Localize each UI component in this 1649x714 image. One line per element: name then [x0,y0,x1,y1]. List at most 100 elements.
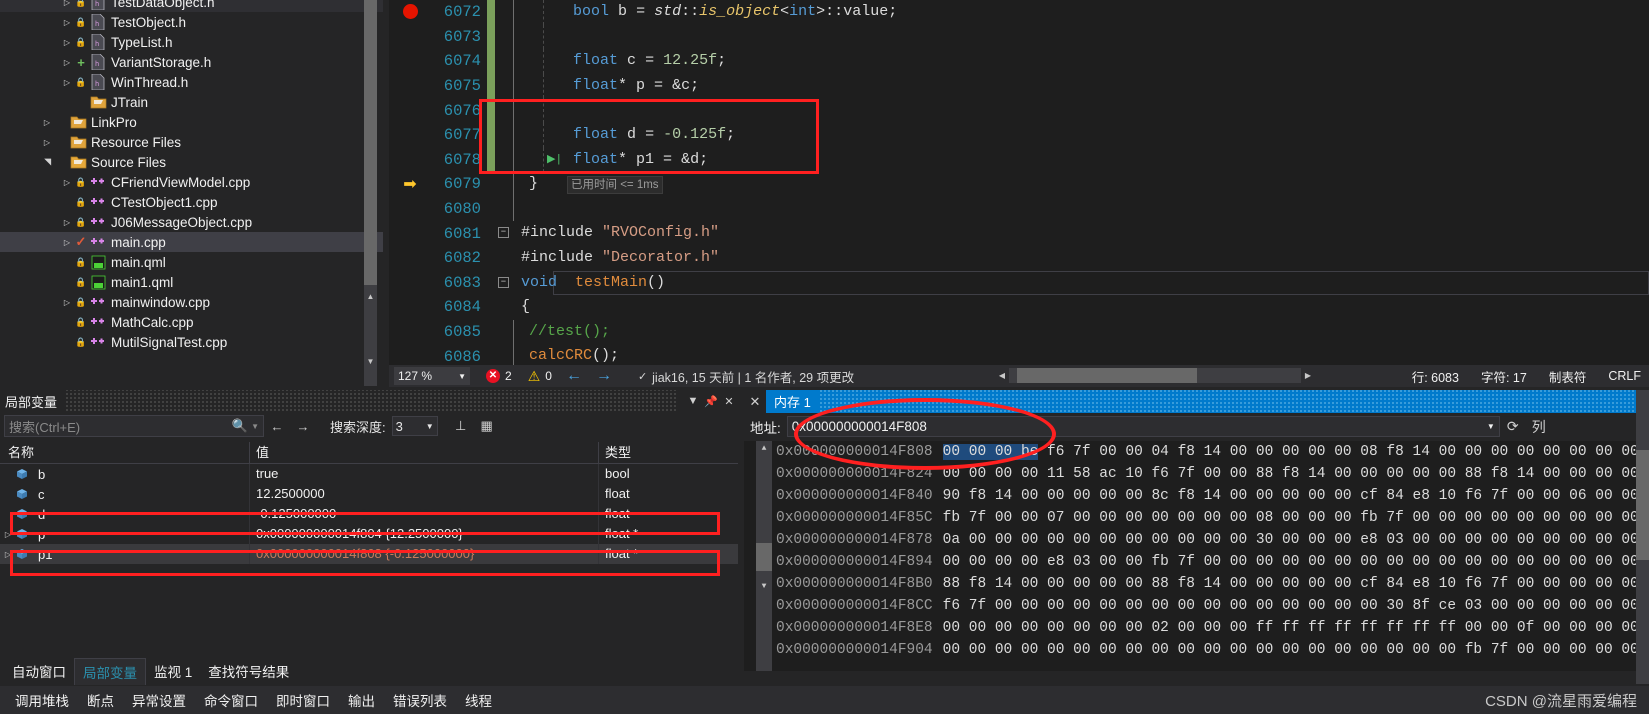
tree-item-cfriendviewmodel-cpp[interactable]: ▷ 🔒 CFriendViewModel.cpp [0,172,383,192]
tree-item-testdataobject-h[interactable]: ▷ 🔒 h TestDataObject.h [0,0,383,12]
column-header-type[interactable]: 类型 [599,442,719,464]
tree-item-mainwindow-cpp[interactable]: ▷ 🔒 mainwindow.cpp [0,292,383,312]
column-header-value[interactable]: 值 [250,441,599,464]
tree-item-source-files[interactable]: ◢ Source Files [0,152,383,172]
debug-tool-window-tabs[interactable]: 调用堆栈 断点 异常设置 命令窗口 即时窗口 输出 错误列表 线程 [0,686,1649,714]
tree-item-variantstorage-h[interactable]: ▷ + h VariantStorage.h [0,52,383,72]
error-count-indicator[interactable]: ✕ 2 [486,369,512,383]
chevron-right-icon[interactable]: ▷ [60,212,74,232]
tree-item-jtrain[interactable]: JTrain [0,92,383,112]
code-text[interactable]: calcCRC(); [495,344,1649,365]
memory-address-input[interactable]: 0x000000000014F808 ▼ [786,416,1500,437]
zoom-level-selector[interactable]: 127 % ▼ [394,367,470,385]
close-icon[interactable]: ✕ [720,395,738,408]
locals-value-cell[interactable]: -0.125000000 [250,504,599,524]
tree-item-main1-qml[interactable]: 🔒 main1.qml [0,272,383,292]
code-text[interactable]: } 已用时间 <= 1ms [495,172,1649,197]
solution-explorer-scrollbar[interactable]: ▲ ▼ [364,0,377,386]
debug-tab-3[interactable]: 查找符号结果 [200,658,297,684]
memory-row[interactable]: 0x000000000014F824 00 00 00 00 11 58 ac 1… [776,463,1649,485]
code-line-6082[interactable]: 6082 #include "Decorator.h" [389,246,1649,271]
debug-tab-1[interactable]: 局部变量 [74,657,146,685]
hscroll-thumb[interactable] [1017,368,1197,383]
collapse-region-icon[interactable]: − [498,276,509,288]
locals-name-cell[interactable]: ▷ p [0,524,250,544]
locals-name-cell[interactable]: b [0,464,250,484]
code-text[interactable]: − void testMain() [495,270,1649,296]
locals-name-cell[interactable]: d [0,504,250,524]
code-text[interactable]: #include "Decorator.h" [495,246,1649,271]
memory-row-bytes[interactable]: 90 f8 14 00 00 00 00 00 8c f8 14 00 00 0… [933,488,1649,504]
git-blame-info[interactable]: ✓ jiak16, 15 天前 | 1 名作者, 29 项更改 [638,367,854,386]
memory-row-bytes[interactable]: fb 7f 00 00 07 00 00 00 00 00 00 00 08 0… [933,510,1649,526]
pin-column-icon[interactable]: ⊥ [448,418,474,434]
chevron-right-icon[interactable]: ▷ [40,112,54,132]
memory-row[interactable]: 0x000000000014F840 90 f8 14 00 00 00 00 0… [776,485,1649,507]
chevron-down-icon[interactable]: ▼ [1487,422,1495,431]
memory-row[interactable]: 0x000000000014F8E8 00 00 00 00 00 00 00 0… [776,617,1649,639]
scroll-up-arrow[interactable]: ▲ [364,290,377,304]
locals-name-cell[interactable]: c [0,484,250,504]
memory-row-bytes[interactable]: 00 00 00 be f6 7f 00 00 04 f8 14 00 00 0… [933,444,1649,460]
code-area[interactable]: 6072 bool b = std::is_object<int>::value;… [389,0,1649,365]
column-header-name[interactable]: 名称 [0,441,250,464]
code-line-6085[interactable]: 6085 //test(); [389,319,1649,345]
search-prev-icon[interactable]: ← [264,419,290,434]
memory-row[interactable]: 0x000000000014F8B0 88 f8 14 00 00 00 00 0… [776,573,1649,595]
code-line-6072[interactable]: 6072 bool b = std::is_object<int>::value; [389,0,1649,25]
chevron-right-icon[interactable]: ▷ [60,0,74,12]
locals-row[interactable]: c 12.2500000 float [0,484,738,504]
code-text[interactable]: { [495,295,1649,320]
tree-item-ctestobject1-cpp[interactable]: 🔒 CTestObject1.cpp [0,192,383,212]
pin-icon[interactable]: 📌 [702,395,720,408]
tree-item-mathcalc-cpp[interactable]: 🔒 MathCalc.cpp [0,312,383,332]
tree-item-testobject-h[interactable]: ▷ 🔒 h TestObject.h [0,12,383,32]
code-line-6075[interactable]: 6075 float* p = &c; [389,73,1649,99]
scrollbar-thumb[interactable] [756,543,772,571]
code-text[interactable]: − #include "RVOConfig.h" [495,221,1649,246]
chevron-right-icon[interactable]: ▷ [60,172,74,192]
search-icon[interactable]: 🔍 [232,418,248,434]
search-next-icon[interactable]: → [290,419,316,434]
locals-row[interactable]: ▷ p 0x000000000014f804 {12.2500000} float * [0,524,738,544]
code-editor[interactable]: 6072 bool b = std::is_object<int>::value;… [389,0,1649,365]
memory-row[interactable]: 0x000000000014F8CC f6 7f 00 00 00 00 00 0… [776,595,1649,617]
breakpoint-icon[interactable] [389,4,431,21]
chevron-down-icon[interactable]: ◢ [37,155,57,169]
code-text[interactable] [495,98,1649,123]
tree-item-linkpro[interactable]: ▷ LinkPro [0,112,383,132]
search-depth-selector[interactable]: 3 ▼ [391,416,438,436]
tool-window-tab-6[interactable]: 错误列表 [384,688,456,712]
tree-item-resource-files[interactable]: ▷ Resource Files [0,132,383,152]
memory-row-bytes[interactable]: 00 00 00 00 11 58 ac 10 f6 7f 00 00 88 f… [933,466,1649,482]
locals-value-cell[interactable]: 0x000000000014f804 {12.2500000} [250,524,599,544]
title-drag-dots[interactable] [65,390,676,412]
code-line-6077[interactable]: 6077 float d = -0.125f; [389,122,1649,148]
chevron-right-icon[interactable]: ▷ [60,32,74,52]
code-line-6083[interactable]: 6083 − void testMain() [389,270,1649,296]
scroll-up-arrow[interactable]: ▲ [756,441,772,457]
scroll-down-arrow[interactable]: ▼ [756,579,772,595]
editor-horizontal-scrollbar[interactable]: ◀ ▶ [999,368,1311,383]
locals-name-cell[interactable]: ▷ p1 [0,544,250,564]
tree-item-main-qml[interactable]: 🔒 main.qml [0,252,383,272]
tool-window-tab-0[interactable]: 调用堆栈 [6,688,78,712]
code-line-6074[interactable]: 6074 float c = 12.25f; [389,49,1649,74]
memory-row[interactable]: 0x000000000014F808 00 00 00 be f6 7f 00 0… [776,441,1649,463]
code-text[interactable]: float* p1 = &d; ▶| [495,147,1649,173]
memory-row-bytes[interactable]: 00 00 00 00 00 00 00 00 02 00 00 00 ff f… [933,620,1649,636]
tree-item-winthread-h[interactable]: ▷ 🔒 h WinThread.h [0,72,383,92]
locals-value-cell[interactable]: 0x000000000014f808 {-0.125000000} [250,544,599,564]
search-input[interactable]: 搜索(Ctrl+E) 🔍 ▼ [4,415,264,437]
debug-tab-0[interactable]: 自动窗口 [4,658,74,684]
memory-row-bytes[interactable]: f6 7f 00 00 00 00 00 00 00 00 00 00 00 0… [933,598,1649,614]
memory-vertical-scrollbar[interactable]: ▲ ▼ [756,441,772,671]
code-text[interactable]: //test(); [495,319,1649,345]
code-text[interactable]: float d = -0.125f; [495,122,1649,148]
tree-item-typelist-h[interactable]: ▷ 🔒 h TypeList.h [0,32,383,52]
close-icon[interactable]: ✕ [744,394,766,410]
debug-window-tabs[interactable]: 自动窗口 局部变量 监视 1 查找符号结果 [0,657,738,685]
refresh-icon[interactable]: ⟳ [1500,418,1526,435]
chevron-right-icon[interactable]: ▷ [60,72,74,92]
code-line-6086[interactable]: 6086 calcCRC(); [389,344,1649,365]
